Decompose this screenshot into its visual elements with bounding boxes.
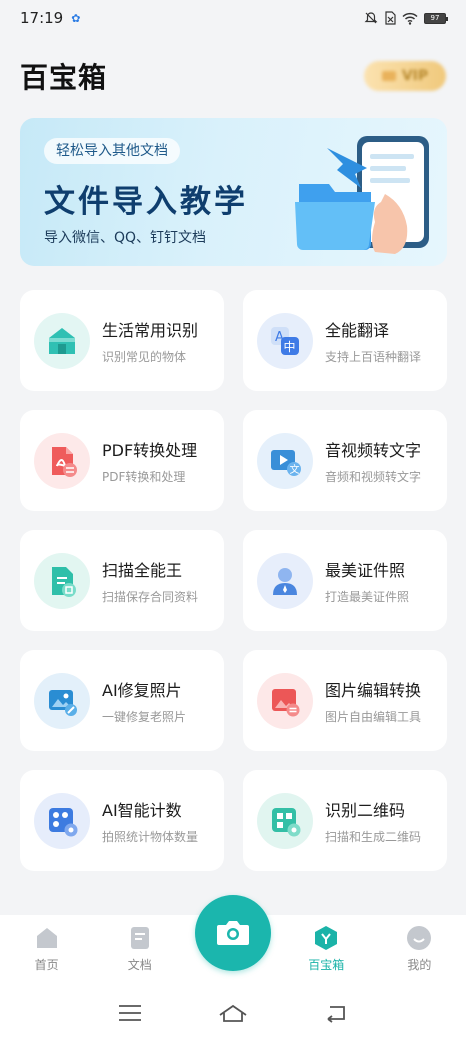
image-edit-icon: [257, 672, 313, 729]
feature-card-video-to-text[interactable]: 文 音视频转文字 音频和视频转文字: [243, 410, 447, 511]
qr-code-icon: [257, 792, 313, 849]
nav-mine-label: 我的: [407, 958, 432, 972]
home-icon: [36, 928, 57, 948]
nav-home-label: 首页: [34, 958, 59, 972]
menu-icon[interactable]: [118, 1004, 142, 1022]
feature-title: 最美证件照: [325, 560, 406, 580]
feature-title: 生活常用识别: [102, 320, 199, 340]
feature-desc: 识别常见的物体: [102, 349, 187, 364]
feature-card-translation[interactable]: A中 全能翻译 支持上百语种翻译: [243, 290, 447, 391]
nav-docs[interactable]: 文档: [93, 915, 186, 987]
feature-desc: 支持上百语种翻译: [325, 349, 422, 364]
house-icon: [34, 312, 90, 369]
mute-icon: [364, 12, 378, 24]
feature-title: 音视频转文字: [325, 440, 422, 460]
home-nav-icon[interactable]: [218, 1003, 248, 1023]
system-nav-bar: [0, 987, 466, 1039]
feature-card-pdf[interactable]: PDF转换处理 PDF转换和处理: [20, 410, 224, 511]
import-tutorial-banner[interactable]: 轻松导入其他文档 文件导入教学 导入微信、QQ、钉钉文档: [20, 118, 447, 266]
feature-title: 扫描全能王: [102, 560, 183, 580]
feature-grid: 生活常用识别 识别常见的物体 A中 全能翻译 支持上百语种翻译 PDF转换处理 …: [20, 290, 447, 871]
feature-card-object-recognition[interactable]: 生活常用识别 识别常见的物体: [20, 290, 224, 391]
feature-desc: 一键修复老照片: [102, 709, 187, 724]
phone-import-illustration: [295, 136, 429, 254]
feature-title: 全能翻译: [325, 320, 390, 340]
feature-desc: 扫描保存合同资料: [102, 589, 199, 604]
wifi-icon: [402, 12, 418, 25]
feature-desc: 打造最美证件照: [325, 589, 410, 604]
feature-card-scanner[interactable]: 扫描全能王 扫描保存合同资料: [20, 530, 224, 631]
status-bar: 17:19 ✿ 97: [0, 0, 466, 36]
translate-icon: A中: [257, 312, 313, 369]
feature-card-image-edit[interactable]: 图片编辑转换 图片自由编辑工具: [243, 650, 447, 751]
feature-card-qr-code[interactable]: 识别二维码 扫描和生成二维码: [243, 770, 447, 871]
no-sim-icon: [385, 11, 396, 25]
svg-text:中: 中: [284, 339, 296, 354]
nav-docs-label: 文档: [127, 958, 152, 972]
nav-home[interactable]: 首页: [0, 915, 93, 987]
ai-count-icon: [34, 792, 90, 849]
banner-subtitle: 导入微信、QQ、钉钉文档: [44, 230, 207, 246]
feature-title: 图片编辑转换: [325, 680, 422, 700]
camera-button[interactable]: [195, 895, 271, 971]
svg-text:文: 文: [290, 463, 300, 476]
scan-document-icon: [34, 552, 90, 609]
crown-icon: [381, 71, 396, 81]
page-title: 百宝箱: [20, 61, 108, 94]
profile-icon: [407, 926, 432, 950]
pdf-icon: [34, 432, 90, 489]
document-icon: [130, 927, 149, 949]
feature-title: AI智能计数: [102, 800, 182, 820]
video-text-icon: 文: [257, 432, 313, 489]
id-photo-icon: [257, 552, 313, 609]
feature-card-id-photo[interactable]: 最美证件照 打造最美证件照: [243, 530, 447, 631]
battery-icon: 97: [424, 12, 448, 24]
feature-desc: 拍照统计物体数量: [102, 829, 199, 844]
notification-icon: ✿: [71, 11, 81, 25]
nav-toolbox[interactable]: 百宝箱: [280, 915, 373, 987]
vip-badge[interactable]: VIP: [364, 61, 446, 91]
feature-title: AI修复照片: [102, 680, 182, 700]
status-time: 17:19: [20, 9, 64, 27]
status-icons: 97: [364, 11, 448, 25]
camera-icon: [217, 921, 249, 945]
back-icon[interactable]: [324, 1003, 348, 1023]
feature-desc: 扫描和生成二维码: [325, 829, 422, 844]
nav-toolbox-label: 百宝箱: [308, 958, 345, 972]
feature-desc: PDF转换和处理: [102, 469, 186, 484]
vip-label: VIP: [401, 68, 429, 84]
nav-mine[interactable]: 我的: [373, 915, 466, 987]
banner-pill: 轻松导入其他文档: [44, 138, 180, 164]
feature-desc: 音频和视频转文字: [325, 469, 422, 484]
header: 百宝箱 VIP: [20, 56, 446, 96]
photo-repair-icon: [34, 672, 90, 729]
banner-title: 文件导入教学: [44, 184, 248, 220]
toolbox-icon: [315, 926, 338, 950]
feature-title: 识别二维码: [325, 800, 406, 820]
feature-desc: 图片自由编辑工具: [325, 709, 422, 724]
feature-card-photo-repair[interactable]: AI修复照片 一键修复老照片: [20, 650, 224, 751]
feature-card-ai-count[interactable]: AI智能计数 拍照统计物体数量: [20, 770, 224, 871]
feature-title: PDF转换处理: [102, 440, 198, 460]
